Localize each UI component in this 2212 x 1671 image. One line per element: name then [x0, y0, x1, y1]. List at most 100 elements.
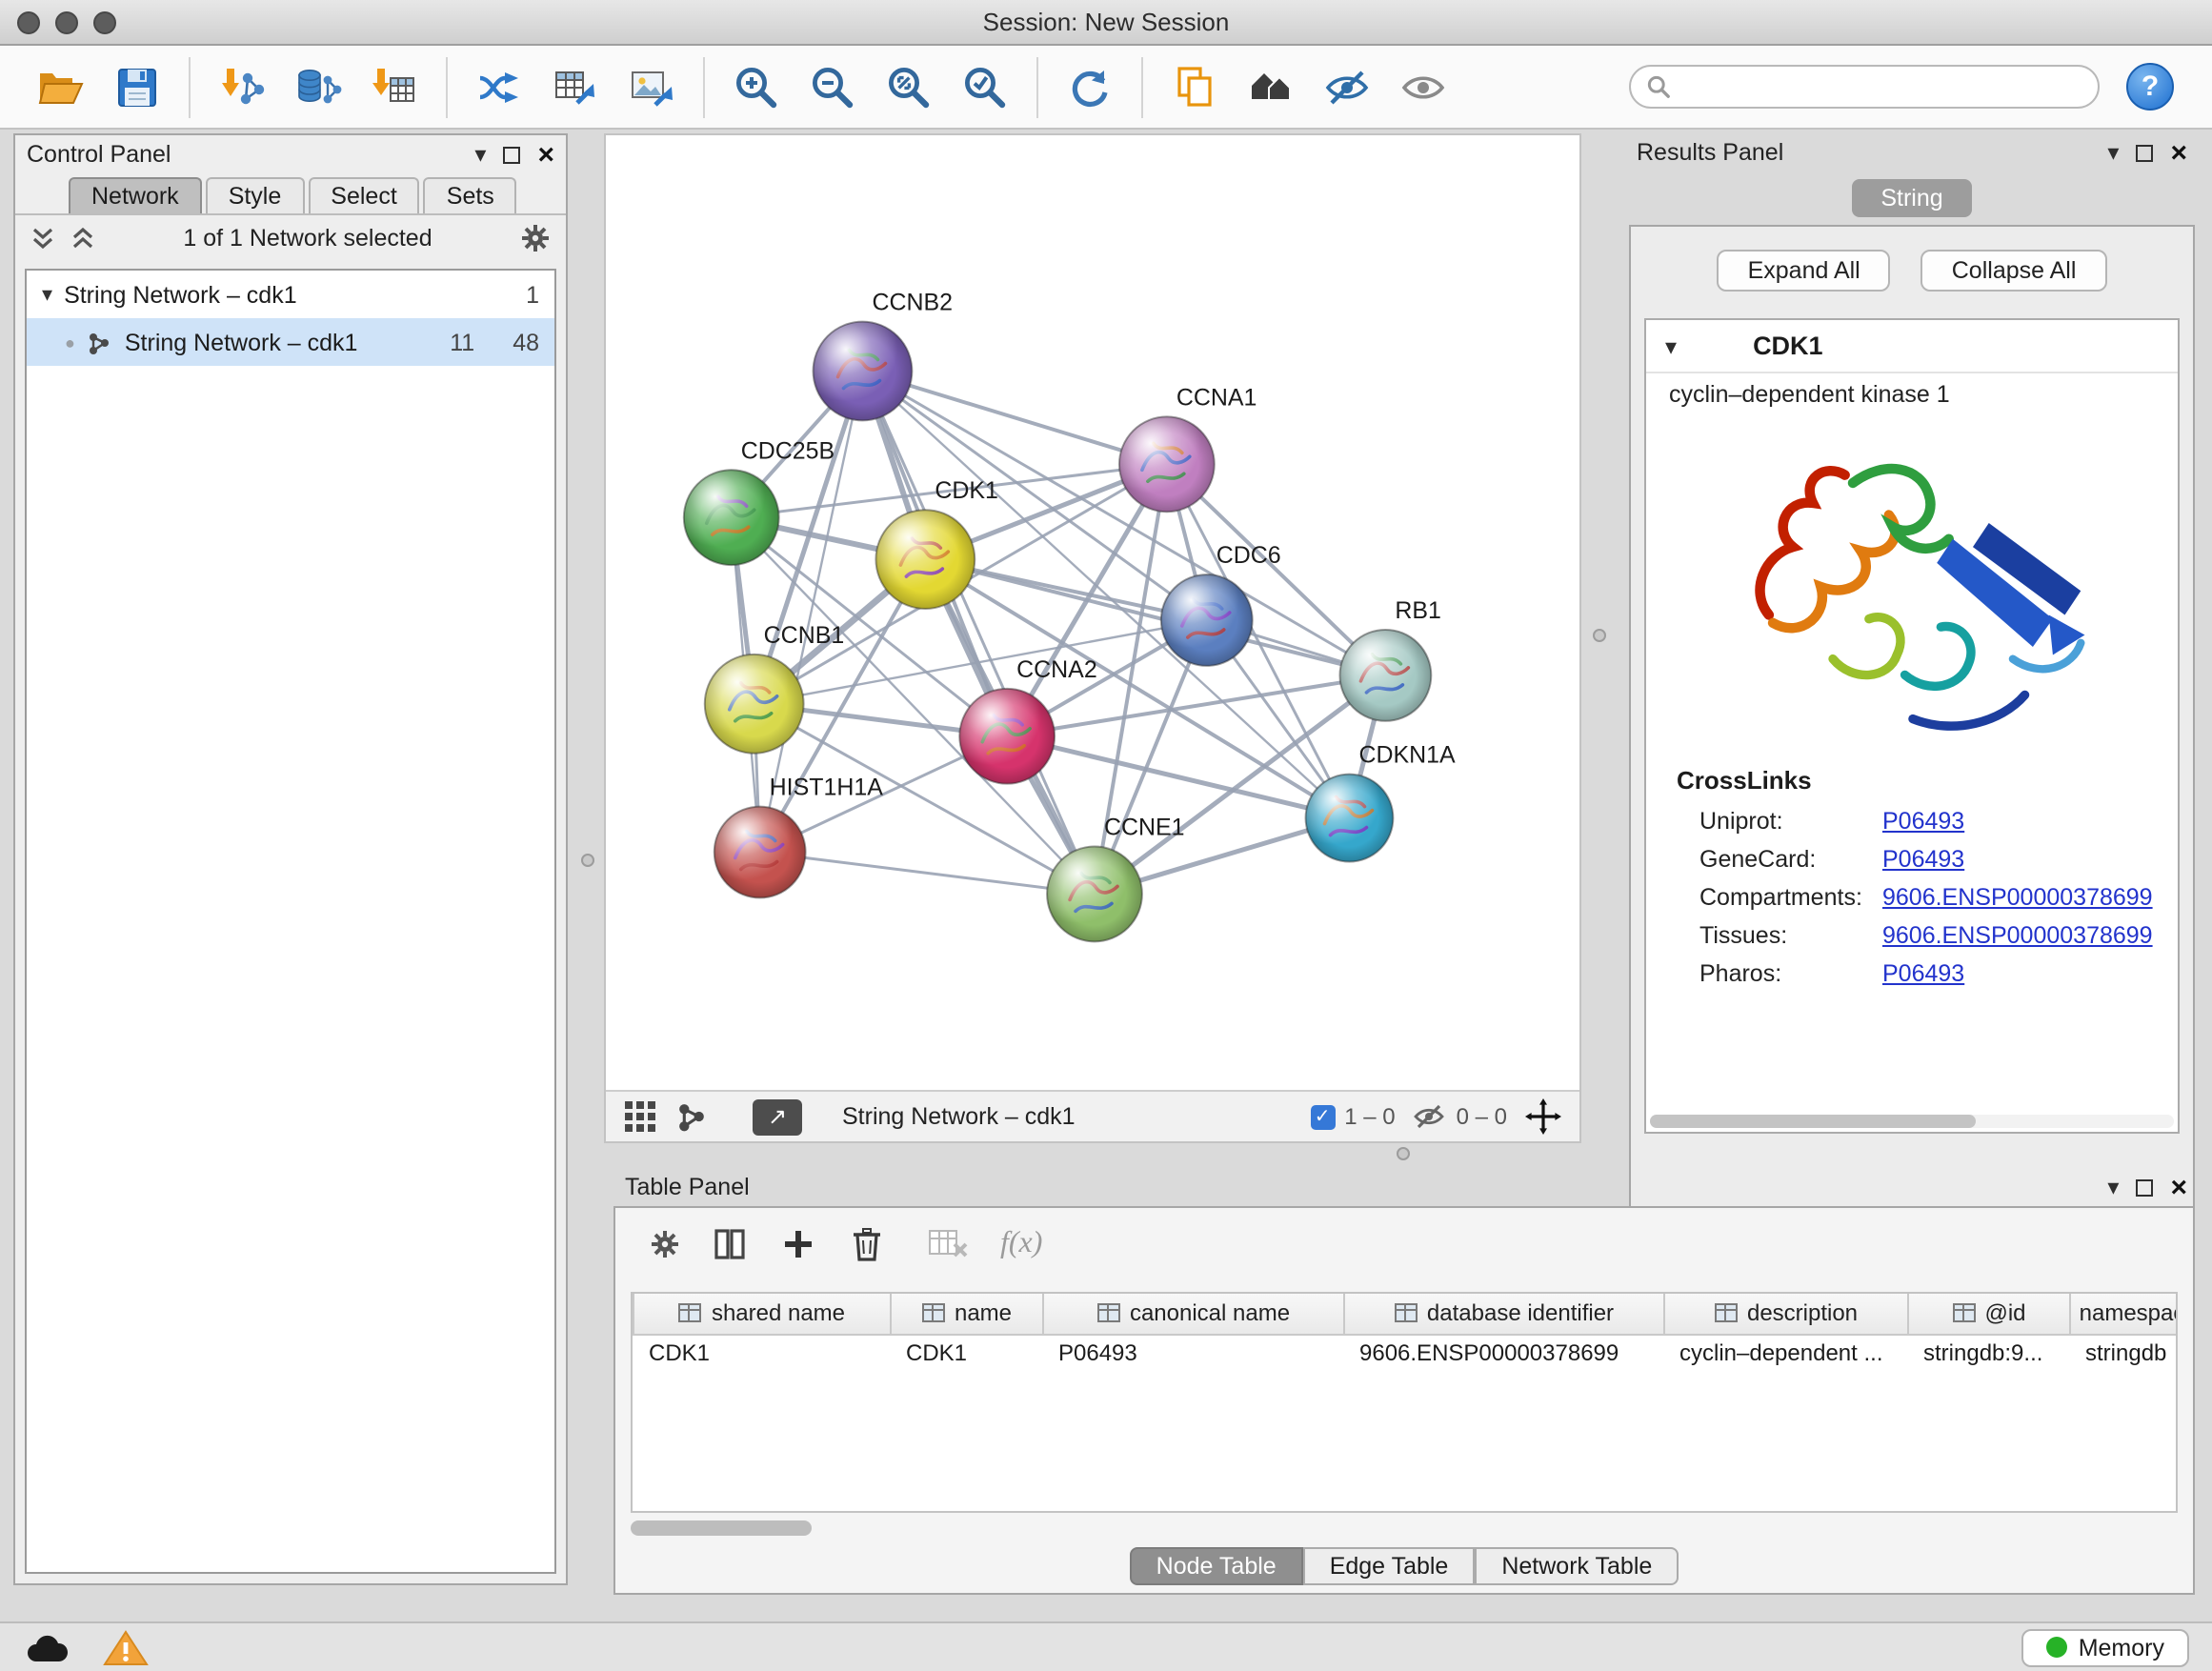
- network-node-CDKN1A[interactable]: CDKN1A: [1306, 742, 1456, 862]
- column-header[interactable]: description: [1664, 1294, 1908, 1334]
- tab-sets[interactable]: Sets: [424, 177, 517, 213]
- scrollbar-thumb[interactable]: [631, 1520, 812, 1536]
- network-row[interactable]: ● String Network – cdk1 11 48: [27, 318, 554, 366]
- save-session-button[interactable]: [109, 58, 166, 115]
- cloud-icon[interactable]: [23, 1630, 72, 1664]
- panel-menu-icon[interactable]: ▾: [2107, 1176, 2119, 1198]
- panel-menu-icon[interactable]: ▾: [2107, 141, 2119, 164]
- cell-name[interactable]: CDK1: [891, 1334, 1043, 1372]
- gear-icon[interactable]: [650, 1229, 680, 1259]
- cell-description[interactable]: cyclin–dependent ...: [1664, 1334, 1908, 1372]
- copy-button[interactable]: [1166, 58, 1223, 115]
- import-network-from-file-button[interactable]: [213, 58, 271, 115]
- network-canvas[interactable]: CCNB2CCNA1CDC25BCDK1CDC6RB1CCNB1CCNA2CDK…: [606, 135, 1579, 1090]
- network-node-CCNB1[interactable]: CCNB1: [705, 622, 844, 754]
- close-window-button[interactable]: [17, 11, 40, 34]
- network-node-CCNA1[interactable]: CCNA1: [1119, 384, 1257, 512]
- collapse-section-icon[interactable]: ▾: [1665, 334, 1677, 357]
- column-header[interactable]: namespac: [2070, 1294, 2178, 1334]
- cell-id[interactable]: stringdb:9...: [1908, 1334, 2070, 1372]
- float-panel-icon[interactable]: [2136, 144, 2153, 161]
- network-view-icon[interactable]: [674, 1099, 709, 1134]
- export-image-button[interactable]: [623, 58, 680, 115]
- cell-shared-name[interactable]: CDK1: [633, 1334, 891, 1372]
- network-edge-CCNB2-CCNE1[interactable]: [862, 371, 1095, 894]
- network-node-CDC25B[interactable]: CDC25B: [684, 437, 835, 565]
- collapse-all-button[interactable]: Collapse All: [1921, 250, 2107, 292]
- apply-layout-button[interactable]: [1061, 58, 1118, 115]
- crosslink-link[interactable]: P06493: [1882, 808, 1964, 835]
- node-label: CCNB1: [764, 622, 845, 649]
- network-edge-CDK1-RB1[interactable]: [925, 559, 1385, 675]
- network-node-RB1[interactable]: RB1: [1339, 597, 1440, 721]
- close-panel-icon[interactable]: ×: [2170, 1171, 2187, 1203]
- splitter-handle[interactable]: [1593, 629, 1606, 642]
- pan-move-icon[interactable]: [1524, 1097, 1562, 1136]
- export-table-button[interactable]: [547, 58, 604, 115]
- hide-selected-button[interactable]: [1318, 58, 1376, 115]
- splitter-handle[interactable]: [581, 854, 594, 867]
- expand-all-tree-icon[interactable]: [30, 225, 55, 252]
- float-panel-icon[interactable]: [503, 146, 520, 163]
- crosslink-link[interactable]: P06493: [1882, 846, 1964, 873]
- tab-network[interactable]: Network: [69, 177, 202, 213]
- expand-all-button[interactable]: Expand All: [1718, 250, 1891, 292]
- close-panel-icon[interactable]: ×: [537, 138, 554, 171]
- zoom-selected-button[interactable]: [956, 58, 1014, 115]
- network-edge-RB1-CCNA2[interactable]: [1007, 675, 1385, 736]
- search-input[interactable]: [1680, 73, 2082, 100]
- tab-network-table[interactable]: Network Table: [1475, 1547, 1679, 1585]
- cell-canonical-name[interactable]: P06493: [1043, 1334, 1344, 1372]
- memory-button[interactable]: Memory: [2021, 1628, 2189, 1666]
- open-session-button[interactable]: [32, 58, 90, 115]
- crosslink-link[interactable]: 9606.ENSP00000378699: [1882, 922, 2153, 949]
- splitter-handle[interactable]: [1397, 1147, 1410, 1160]
- crosslink-link[interactable]: 9606.ENSP00000378699: [1882, 884, 2153, 911]
- tree-expander-icon[interactable]: ▾: [42, 282, 52, 307]
- clone-network-button[interactable]: [471, 58, 528, 115]
- gear-icon[interactable]: [520, 223, 551, 253]
- help-button[interactable]: ?: [2126, 63, 2174, 111]
- column-header[interactable]: @id: [1908, 1294, 2070, 1334]
- crosslink-link[interactable]: P06493: [1882, 960, 1964, 987]
- cell-namespace[interactable]: stringdb: [2070, 1334, 2178, 1372]
- tab-style[interactable]: Style: [206, 177, 305, 213]
- column-header[interactable]: database identifier: [1344, 1294, 1664, 1334]
- warning-icon[interactable]: [103, 1628, 149, 1666]
- zoom-out-button[interactable]: [804, 58, 861, 115]
- tab-string[interactable]: String: [1852, 179, 1971, 217]
- show-all-button[interactable]: [1395, 58, 1452, 115]
- import-table-from-file-button[interactable]: [366, 58, 423, 115]
- detach-view-button[interactable]: ↗: [753, 1098, 802, 1135]
- scrollbar-thumb[interactable]: [1650, 1115, 1975, 1128]
- function-builder-icon[interactable]: f(x): [1000, 1227, 1042, 1261]
- minimize-window-button[interactable]: [55, 11, 78, 34]
- float-panel-icon[interactable]: [2136, 1178, 2153, 1196]
- column-header[interactable]: canonical name: [1043, 1294, 1344, 1334]
- network-edge-HIST1H1A-CCNE1[interactable]: [760, 853, 1095, 895]
- table-row[interactable]: CDK1 CDK1 P06493 9606.ENSP00000378699 cy…: [633, 1334, 2178, 1372]
- tab-edge-table[interactable]: Edge Table: [1303, 1547, 1476, 1585]
- zoom-in-button[interactable]: [728, 58, 785, 115]
- delete-column-trash-icon[interactable]: [848, 1225, 886, 1263]
- grid-view-icon[interactable]: [623, 1099, 657, 1134]
- tab-select[interactable]: Select: [308, 177, 420, 213]
- close-panel-icon[interactable]: ×: [2170, 136, 2187, 169]
- tab-node-table[interactable]: Node Table: [1130, 1547, 1303, 1585]
- column-header[interactable]: shared name: [633, 1294, 891, 1334]
- show-columns-icon[interactable]: [711, 1225, 749, 1263]
- node-label: CCNA1: [1176, 384, 1257, 411]
- zoom-fit-button[interactable]: [880, 58, 937, 115]
- column-header[interactable]: name: [891, 1294, 1043, 1334]
- import-network-from-database-button[interactable]: [290, 58, 347, 115]
- network-node-HIST1H1A[interactable]: HIST1H1A: [714, 775, 883, 898]
- selected-checkbox-icon[interactable]: ✓: [1310, 1104, 1335, 1129]
- maximize-window-button[interactable]: [93, 11, 116, 34]
- panel-menu-icon[interactable]: ▾: [474, 143, 486, 166]
- add-column-icon[interactable]: [779, 1225, 817, 1263]
- collapse-all-tree-icon[interactable]: [70, 225, 95, 252]
- home-button[interactable]: [1242, 58, 1299, 115]
- cell-database-identifier[interactable]: 9606.ENSP00000378699: [1344, 1334, 1664, 1372]
- network-collection-row[interactable]: ▾ String Network – cdk1 1: [27, 271, 554, 318]
- network-node-CCNB2[interactable]: CCNB2: [814, 290, 953, 421]
